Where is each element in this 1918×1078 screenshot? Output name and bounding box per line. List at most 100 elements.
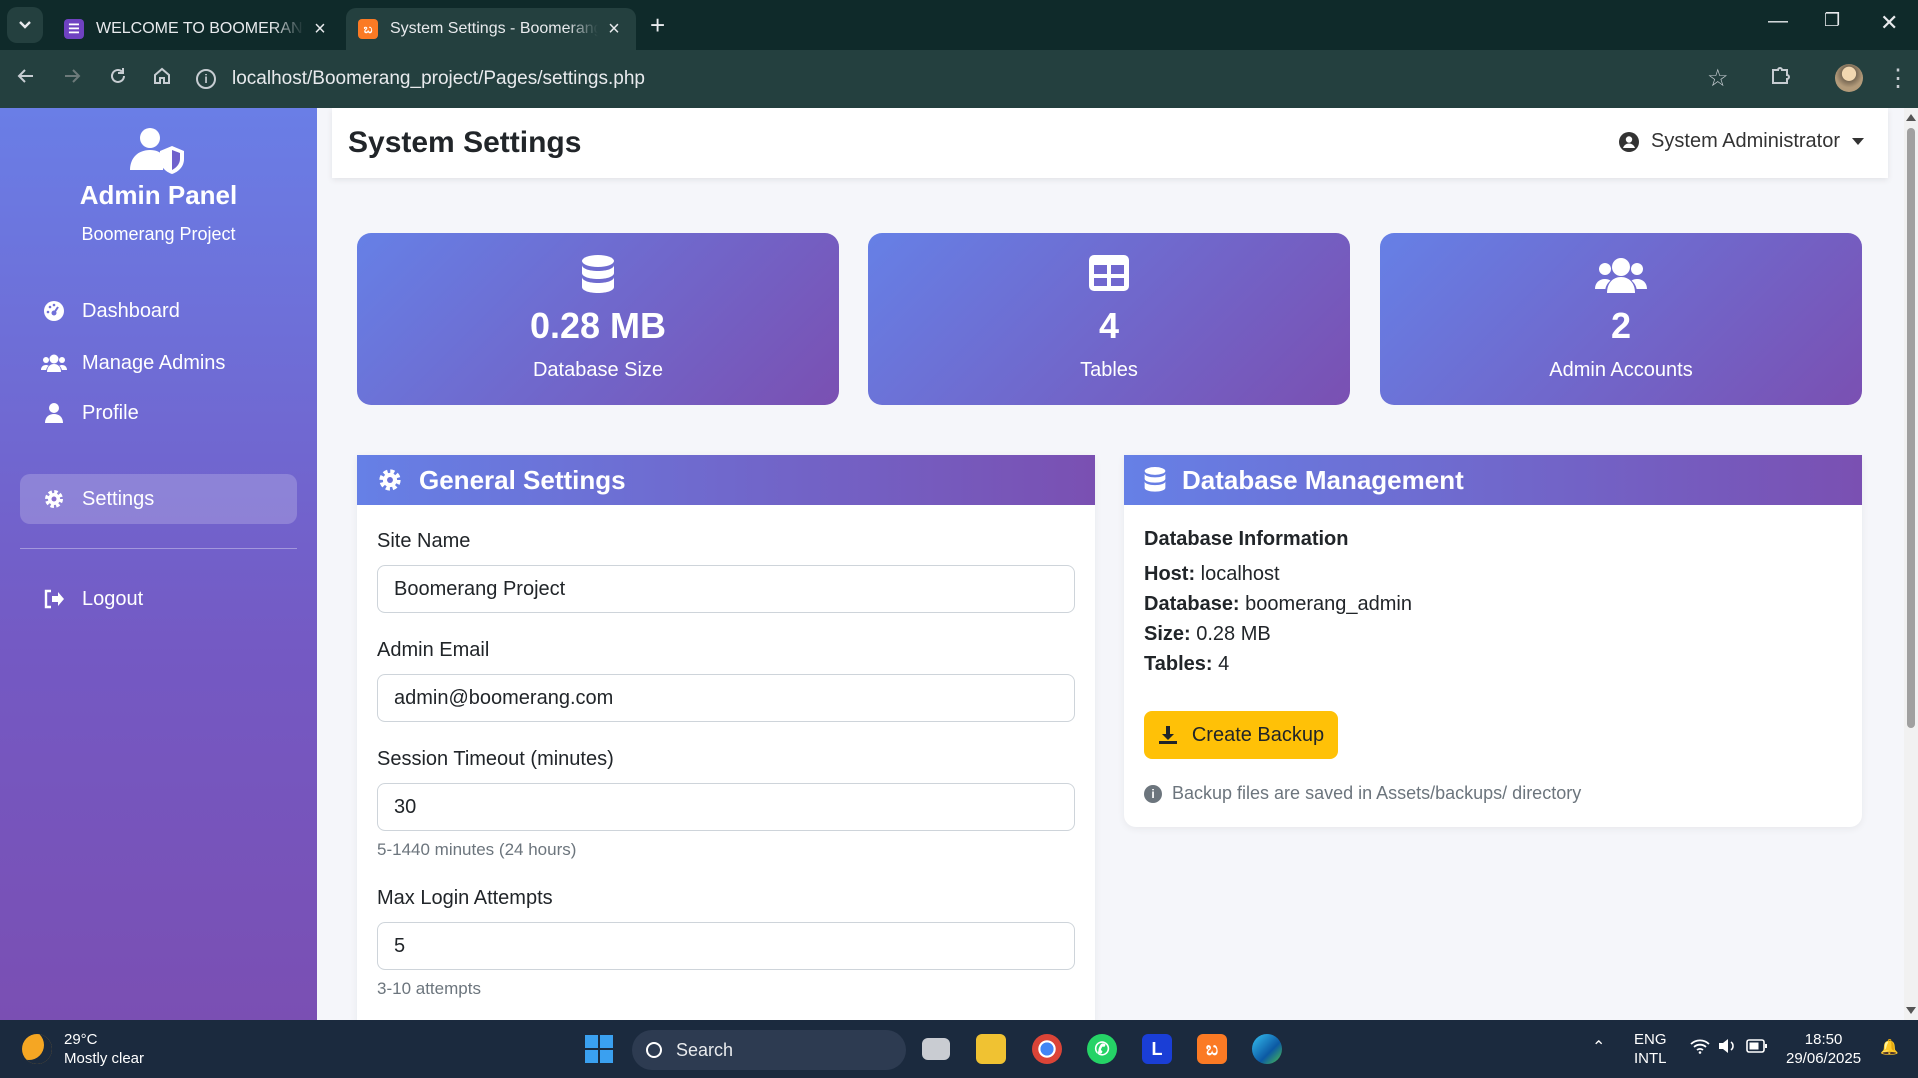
arrow-left-icon bbox=[17, 69, 33, 83]
volume-icon[interactable] bbox=[1718, 1038, 1736, 1059]
db-size-value: 0.28 MB bbox=[1196, 623, 1271, 645]
edge-icon[interactable] bbox=[1252, 1034, 1282, 1064]
db-name-label: Database: bbox=[1144, 593, 1240, 615]
page-title: System Settings bbox=[348, 126, 582, 159]
moon-icon bbox=[22, 1034, 52, 1064]
sidebar-item-settings[interactable]: Settings bbox=[20, 474, 297, 524]
stat-card-admin-accounts: 2 Admin Accounts bbox=[1380, 233, 1862, 405]
sidebar-title: Admin Panel bbox=[79, 180, 238, 210]
scroll-thumb[interactable] bbox=[1907, 128, 1915, 728]
taskbar-search[interactable]: Search bbox=[632, 1030, 906, 1070]
reload-button[interactable] bbox=[108, 66, 128, 92]
page-scrollbar[interactable] bbox=[1904, 108, 1918, 1020]
db-host-row: Host: localhost bbox=[1144, 563, 1280, 586]
session-timeout-input[interactable] bbox=[377, 783, 1075, 831]
chrome-icon[interactable] bbox=[1032, 1034, 1062, 1064]
reload-icon bbox=[111, 68, 125, 83]
close-icon[interactable]: × bbox=[310, 18, 330, 41]
session-timeout-help: 5-1440 minutes (24 hours) bbox=[377, 840, 577, 859]
browser-tab-settings[interactable]: ಬ System Settings - Boomerang P × bbox=[346, 8, 636, 50]
whatsapp-icon[interactable]: ✆ bbox=[1087, 1034, 1117, 1064]
sidebar-item-manage-admins[interactable]: Manage Admins bbox=[20, 338, 297, 388]
database-management-header: Database Management bbox=[1124, 455, 1862, 505]
user-shield-icon bbox=[130, 128, 184, 174]
tab-title: System Settings - Boomerang P bbox=[390, 20, 598, 37]
scroll-down-arrow-icon[interactable] bbox=[1906, 1007, 1916, 1014]
task-view-icon[interactable] bbox=[922, 1038, 950, 1060]
restore-button[interactable]: ❐ bbox=[1824, 10, 1840, 31]
sidebar: Admin Panel Boomerang Project Dashboard … bbox=[0, 108, 317, 1020]
scroll-up-arrow-icon[interactable] bbox=[1906, 114, 1916, 121]
battery-icon[interactable] bbox=[1746, 1039, 1768, 1058]
sidebar-item-dashboard[interactable]: Dashboard bbox=[20, 286, 297, 336]
sidebar-item-profile[interactable]: Profile bbox=[20, 388, 297, 438]
site-name-input[interactable] bbox=[377, 565, 1075, 613]
taskbar-search-label: Search bbox=[676, 1039, 734, 1060]
caret-down-icon bbox=[1852, 138, 1864, 145]
tab-search-button[interactable] bbox=[7, 7, 43, 43]
forward-button[interactable] bbox=[62, 66, 82, 92]
kebab-menu-icon[interactable]: ⋮ bbox=[1886, 64, 1910, 93]
max-login-input[interactable] bbox=[377, 922, 1075, 970]
search-icon bbox=[646, 1042, 662, 1058]
browser-tab-welcome[interactable]: ☰ WELCOME TO BOOMERANG SC × bbox=[52, 8, 342, 50]
list-favicon-icon: ☰ bbox=[64, 19, 84, 39]
user-circle-icon bbox=[1619, 131, 1640, 152]
table-icon bbox=[868, 255, 1350, 291]
close-icon[interactable]: × bbox=[604, 18, 624, 41]
minimize-button[interactable]: — bbox=[1768, 10, 1788, 33]
backup-note-text: Backup files are saved in Assets/backups… bbox=[1172, 783, 1582, 803]
database-info-heading: Database Information bbox=[1144, 528, 1349, 550]
stat-label: Admin Accounts bbox=[1549, 359, 1693, 381]
admin-email-input[interactable] bbox=[377, 674, 1075, 722]
weather-condition: Mostly clear bbox=[64, 1050, 145, 1067]
weather-temperature: 29°C bbox=[64, 1031, 98, 1048]
db-name-value: boomerang_admin bbox=[1245, 593, 1412, 615]
language-code: ENG bbox=[1634, 1031, 1667, 1048]
sidebar-item-label: Manage Admins bbox=[82, 351, 226, 374]
sidebar-item-label: Settings bbox=[82, 487, 155, 510]
clock[interactable]: 18:50 29/06/2025 bbox=[1786, 1030, 1861, 1068]
stat-value: 4 bbox=[1098, 305, 1120, 346]
db-tables-label: Tables: bbox=[1144, 653, 1213, 675]
notification-bell-icon[interactable]: 🔔 bbox=[1880, 1038, 1899, 1057]
profile-avatar[interactable] bbox=[1835, 64, 1863, 92]
card-title: Database Management bbox=[1182, 464, 1464, 495]
chevron-up-icon[interactable]: ⌃ bbox=[1592, 1038, 1605, 1057]
l-app-icon[interactable]: L bbox=[1142, 1034, 1172, 1064]
site-info-icon[interactable]: i bbox=[196, 69, 216, 89]
download-icon bbox=[1158, 725, 1178, 745]
wifi-icon[interactable] bbox=[1690, 1038, 1710, 1059]
xampp-icon[interactable]: ಬ bbox=[1197, 1034, 1227, 1064]
button-label: Create Backup bbox=[1191, 723, 1325, 746]
gear-icon bbox=[377, 467, 403, 493]
home-button[interactable] bbox=[152, 66, 172, 92]
user-dropdown[interactable]: System Administrator bbox=[1619, 130, 1864, 153]
db-size-row: Size: 0.28 MB bbox=[1144, 623, 1271, 646]
db-tables-value: 4 bbox=[1218, 653, 1230, 675]
weather-widget[interactable]: 29°C Mostly clear bbox=[22, 1030, 144, 1068]
clock-date: 29/06/2025 bbox=[1786, 1050, 1862, 1067]
general-settings-card: General Settings Site Name Admin Email S… bbox=[357, 455, 1095, 1055]
windows-start-icon[interactable] bbox=[584, 1034, 614, 1064]
session-timeout-label: Session Timeout (minutes) bbox=[377, 748, 614, 770]
extensions-icon[interactable] bbox=[1770, 64, 1792, 93]
address-bar-row: i localhost/Boomerang_project/Pages/sett… bbox=[0, 50, 1918, 108]
user-icon bbox=[40, 403, 68, 423]
bookmark-star-icon[interactable]: ☆ bbox=[1707, 64, 1729, 93]
url-field[interactable]: i localhost/Boomerang_project/Pages/sett… bbox=[196, 58, 1716, 100]
windows-taskbar: 29°C Mostly clear Search ✆ L ಬ ⌃ ENG INT… bbox=[0, 1020, 1918, 1078]
sidebar-item-label: Dashboard bbox=[82, 299, 180, 322]
language-indicator[interactable]: ENG INTL bbox=[1634, 1030, 1667, 1068]
sidebar-subtitle: Boomerang Project bbox=[81, 224, 236, 244]
create-backup-button[interactable]: Create Backup bbox=[1144, 711, 1338, 759]
sidebar-item-logout[interactable]: Logout bbox=[20, 574, 297, 624]
window-close-button[interactable]: ✕ bbox=[1880, 10, 1898, 36]
database-icon bbox=[1144, 467, 1166, 493]
browser-tab-bar: ☰ WELCOME TO BOOMERANG SC × ಬ System Set… bbox=[0, 0, 1918, 50]
file-explorer-icon[interactable] bbox=[976, 1034, 1006, 1064]
new-tab-button[interactable]: + bbox=[650, 10, 665, 41]
url-text: localhost/Boomerang_project/Pages/settin… bbox=[232, 68, 645, 89]
back-button[interactable] bbox=[16, 66, 36, 92]
arrow-right-icon bbox=[65, 69, 81, 83]
